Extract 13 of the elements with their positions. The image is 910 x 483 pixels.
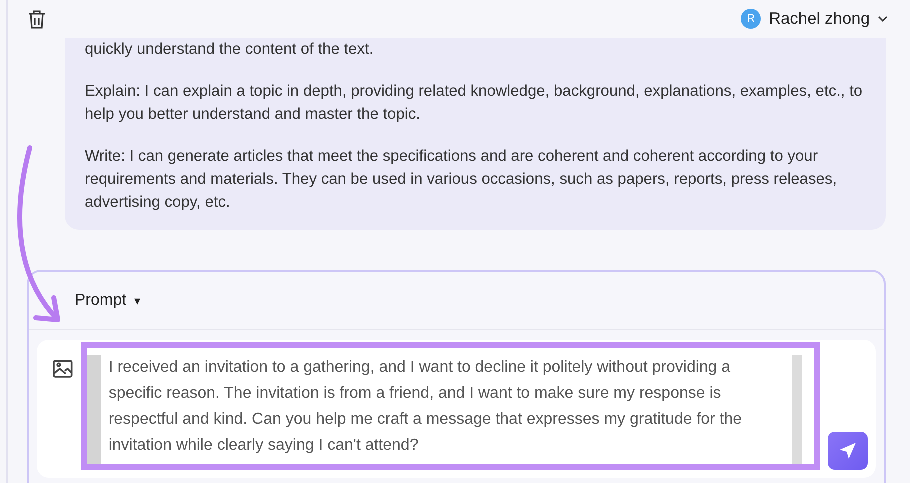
chevron-down-icon[interactable]	[878, 16, 888, 22]
mode-label[interactable]: Prompt	[75, 288, 127, 312]
image-icon[interactable]	[53, 360, 73, 378]
user-name[interactable]: Rachel zhong	[769, 6, 870, 32]
reply-paragraph: Explain: I can explain a topic in depth, providing related knowledge, background, explanations, examples, etc., to help you better understand and master the topic.	[85, 82, 864, 125]
send-button[interactable]	[828, 432, 868, 470]
reply-paragraph: quickly understand the content of the text.	[85, 40, 375, 60]
caret-icon[interactable]: ▾	[134, 292, 141, 310]
prompt-field[interactable]: I received an invitation to a gathering, and I want to decline it politely without providing a specific reason. The invitation is from a friend, and I want to make sure my response is respectful and kind. Can you help me craft a message that expresses my gratitude for the invitation while clearly saying I can't attend?	[80, 342, 820, 470]
trash-icon[interactable]	[28, 10, 46, 28]
reply-paragraph: Write: I can generate articles that meet the specifications and are coherent and coherent according to your requirements and materials. They can be used in various occasions, such as papers, reports, press releases, advertising copy, etc.	[85, 147, 838, 213]
send-icon	[838, 441, 858, 461]
user-avatar: R	[741, 9, 762, 29]
